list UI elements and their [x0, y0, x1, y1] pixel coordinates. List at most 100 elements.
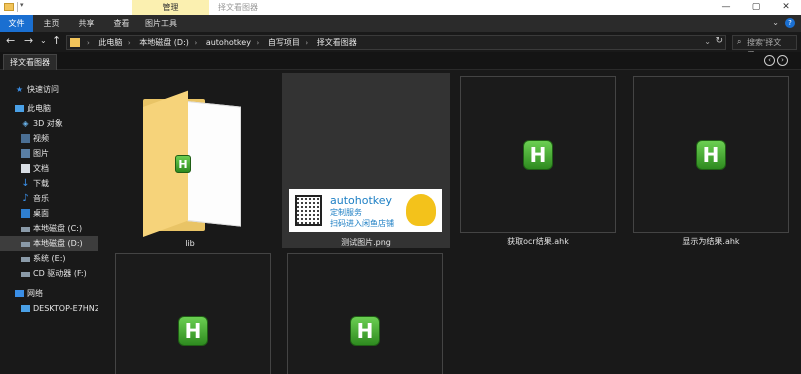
sidebar-item-videos[interactable]: 视频	[0, 131, 98, 146]
file-name: lib	[185, 239, 195, 248]
sidebar-item-3d-objects[interactable]: ◈ 3D 对象	[0, 116, 98, 131]
folder-icon	[70, 38, 80, 47]
picture-icon	[21, 149, 30, 158]
sidebar-item-label: 此电脑	[27, 104, 51, 113]
breadcrumb-this-pc[interactable]: 此电脑	[98, 38, 122, 47]
recent-locations-chevron-icon[interactable]: ⌄	[40, 36, 47, 45]
file-name: 显示为结果.ahk	[682, 237, 740, 246]
autohotkey-icon: H	[350, 316, 380, 346]
sidebar-item-label: 下载	[33, 179, 49, 188]
title-bar: ▾ 管理 择文看图器 — ▢ ✕	[0, 0, 801, 15]
breadcrumb-drive-d[interactable]: 本地磁盘 (D:)	[139, 38, 189, 47]
sidebar-item-label: DESKTOP-E7HN2I	[33, 304, 98, 313]
folder-icon	[4, 3, 14, 11]
file-item-ahk[interactable]: H	[287, 253, 443, 374]
breadcrumb-separator-icon: ›	[87, 39, 90, 47]
file-item-folder[interactable]: H lib	[112, 76, 268, 248]
sidebar-item-drive-c[interactable]: 本地磁盘 (C:)	[0, 221, 98, 236]
quick-access-toolbar-chevron-icon[interactable]: ▾	[20, 1, 24, 9]
thumbnail-title: autohotkey	[330, 194, 393, 207]
sidebar-item-label: 本地磁盘 (C:)	[33, 224, 83, 233]
search-icon: ⌕	[737, 37, 742, 46]
up-button[interactable]: ↑	[52, 34, 61, 47]
forward-button[interactable]: →	[24, 34, 33, 47]
tab-home[interactable]: 主页	[35, 15, 68, 32]
close-button[interactable]: ✕	[771, 0, 801, 15]
expand-ribbon-chevron-icon[interactable]: ⌄	[772, 18, 779, 27]
sidebar-item-label: 图片	[33, 149, 49, 158]
breadcrumb-autohotkey[interactable]: autohotkey	[206, 38, 251, 47]
autohotkey-icon: H	[696, 140, 726, 170]
autohotkey-icon: H	[523, 140, 553, 170]
tab-share[interactable]: 共享	[70, 15, 103, 32]
sidebar-item-drive-e[interactable]: 系统 (E:)	[0, 251, 98, 266]
sidebar-item-documents[interactable]: 文档	[0, 161, 98, 176]
tab-scroll-left-button[interactable]: ‹	[764, 55, 775, 66]
sidebar-item-downloads[interactable]: ↓ 下载	[0, 176, 98, 191]
sidebar-item-label: 系统 (E:)	[33, 254, 66, 263]
search-input[interactable]: ⌕ 搜索'择文看...	[732, 35, 797, 60]
download-icon: ↓	[21, 178, 30, 189]
sidebar-item-desktop-pc[interactable]: DESKTOP-E7HN2I	[0, 301, 98, 316]
ribbon-tabs: 文件 主页 共享 查看 图片工具 ⌄ ?	[0, 15, 801, 32]
tab-view[interactable]: 查看	[105, 15, 138, 32]
autohotkey-icon: H	[175, 155, 191, 173]
divider	[17, 2, 18, 12]
sidebar-item-cd-drive-f[interactable]: CD 驱动器 (F:)	[0, 266, 98, 281]
sidebar-item-label: 网络	[27, 289, 43, 298]
refresh-button[interactable]: ↻	[715, 36, 723, 46]
sidebar-item-pictures[interactable]: 图片	[0, 146, 98, 161]
sidebar-item-label: 视频	[33, 134, 49, 143]
sidebar-item-network[interactable]: 网络	[0, 286, 98, 301]
tab-file[interactable]: 文件	[0, 15, 33, 32]
sidebar-item-music[interactable]: ♪ 音乐	[0, 191, 98, 206]
computer-icon	[21, 305, 30, 312]
tab-scroll-right-button[interactable]: ›	[777, 55, 788, 66]
thumbnail-line1: 定制服务	[330, 208, 362, 217]
sidebar-item-desktop[interactable]: 桌面	[0, 206, 98, 221]
drive-icon	[21, 242, 30, 247]
address-dropdown-icon[interactable]: ⌄	[704, 37, 711, 46]
sidebar-item-this-pc[interactable]: 此电脑	[0, 101, 98, 116]
tab-picture-tools[interactable]: 图片工具	[140, 15, 182, 32]
manage-contextual-tab[interactable]: 管理	[132, 0, 209, 15]
cd-drive-icon	[21, 272, 30, 277]
breadcrumb-separator-icon: ›	[256, 39, 260, 47]
video-icon	[21, 134, 30, 143]
file-name: 测试图片.png	[341, 238, 391, 247]
sidebar-item-quick-access[interactable]: ★ 快速访问	[0, 82, 98, 97]
help-icon[interactable]: ?	[785, 18, 795, 28]
address-toolbar: ← → ⌄ ↑ › 此电脑 › 本地磁盘 (D:) › autohotkey ›…	[0, 32, 801, 60]
file-item-ahk[interactable]: H	[460, 76, 616, 233]
back-button[interactable]: ←	[6, 34, 15, 47]
file-item-ahk[interactable]: H	[633, 76, 789, 233]
address-bar[interactable]: › 此电脑 › 本地磁盘 (D:) › autohotkey › 自写项目 › …	[66, 35, 726, 50]
autohotkey-icon: H	[178, 316, 208, 346]
sidebar-item-label: 文档	[33, 164, 49, 173]
maximize-button[interactable]: ▢	[741, 0, 771, 15]
folder-tab[interactable]: 择文看图器	[3, 54, 57, 70]
desktop-icon	[21, 209, 30, 218]
sidebar-item-label: CD 驱动器 (F:)	[33, 269, 87, 278]
cube-icon: ◈	[22, 119, 29, 128]
qr-code-icon	[295, 195, 322, 226]
sidebar-item-label: 桌面	[33, 209, 49, 218]
navigation-pane: ★ 快速访问 此电脑 ◈ 3D 对象 视频 图片 文档 ↓ 下载 ♪ 音乐 桌面…	[0, 78, 98, 374]
breadcrumb-current-folder[interactable]: 择文看图器	[317, 38, 357, 47]
sidebar-item-label: 音乐	[33, 194, 49, 203]
sidebar-item-label: 3D 对象	[33, 119, 63, 128]
sidebar-item-label: 快速访问	[27, 85, 59, 94]
computer-icon	[15, 105, 24, 112]
drive-icon	[21, 257, 30, 262]
sidebar-item-label: 本地磁盘 (D:)	[33, 239, 83, 248]
folder-tab-strip: 择文看图器 ‹ ›	[0, 52, 801, 70]
file-name: 获取ocr结果.ahk	[507, 237, 569, 246]
file-item-ahk[interactable]: H	[115, 253, 271, 374]
sidebar-item-drive-d[interactable]: 本地磁盘 (D:)	[0, 236, 98, 251]
breadcrumb-own-projects[interactable]: 自写项目	[268, 38, 300, 47]
network-icon	[15, 290, 24, 297]
star-icon: ★	[15, 85, 24, 94]
file-item-image[interactable]: autohotkey 定制服务 扫码进入闲鱼店铺 测试图片.png	[282, 73, 450, 248]
drive-icon	[21, 227, 30, 232]
minimize-button[interactable]: —	[711, 0, 741, 15]
